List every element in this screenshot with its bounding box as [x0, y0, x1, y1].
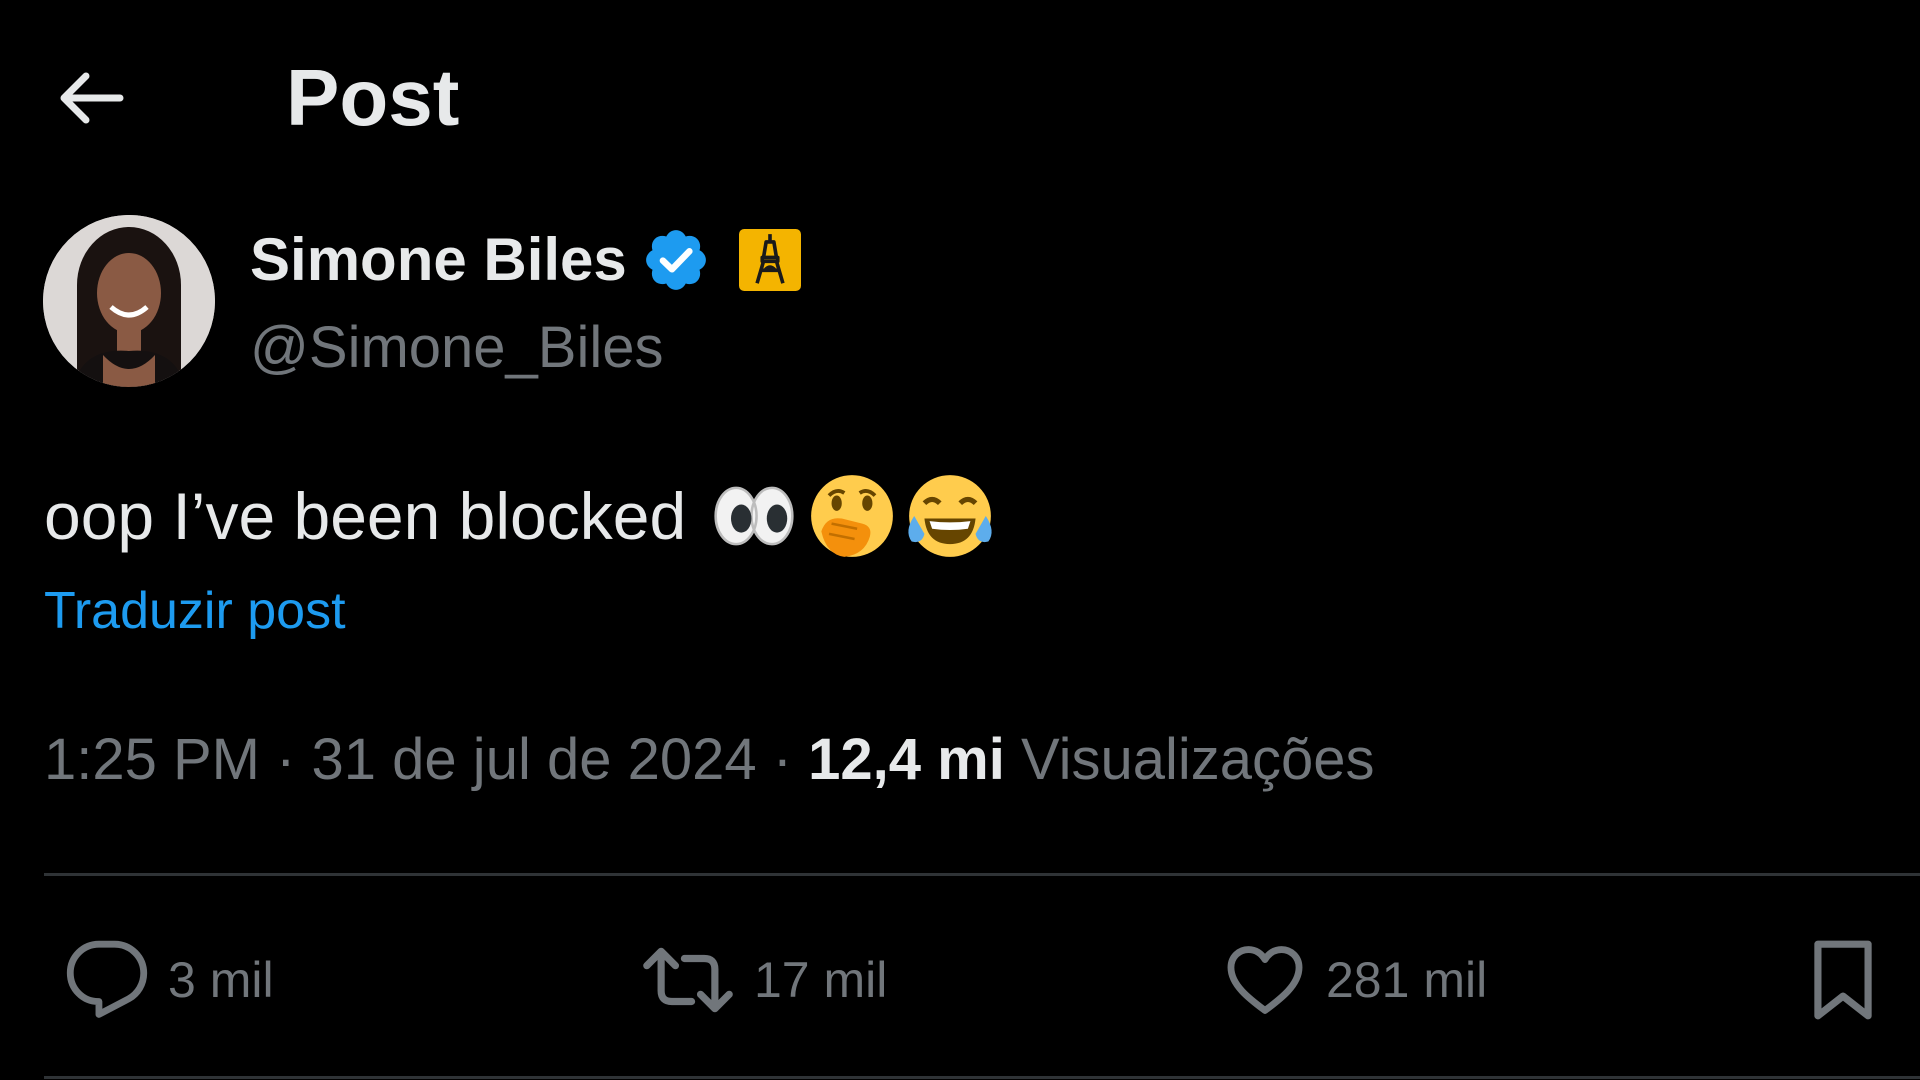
- divider: [44, 873, 1920, 876]
- reply-count: 3 mil: [168, 952, 274, 1008]
- author-display-name[interactable]: Simone Biles: [250, 220, 627, 300]
- like-count: 281 mil: [1326, 952, 1488, 1008]
- back-button[interactable]: [46, 55, 132, 141]
- post-meta: 1:25 PM · 31 de jul de 2024 · 12,4 mi Vi…: [44, 722, 1375, 798]
- face-with-hand-over-mouth-emoji: [811, 475, 894, 557]
- arrow-left-icon: [60, 72, 124, 124]
- heart-icon: [1227, 946, 1303, 1014]
- verified-badge-icon[interactable]: [641, 225, 711, 295]
- action-bar: 3 mil 17 mil 281 mil: [0, 930, 1920, 1030]
- views-label: Visualizações: [1020, 727, 1375, 792]
- post-time[interactable]: 1:25 PM: [44, 727, 260, 792]
- post-date[interactable]: 31 de jul de 2024: [312, 727, 757, 792]
- meta-separator: ·: [260, 727, 312, 792]
- tears-of-joy-emoji: [908, 475, 992, 557]
- views-count: 12,4 mi: [808, 727, 1005, 792]
- page-title: Post: [286, 53, 460, 142]
- divider: [44, 1076, 1920, 1079]
- post-text: oop I’ve been blocked: [44, 470, 996, 562]
- translate-post-link[interactable]: Traduzir post: [44, 578, 346, 644]
- post-body: oop I’ve been blocked: [44, 479, 687, 553]
- avatar[interactable]: [43, 215, 215, 387]
- meta-separator: ·: [756, 727, 809, 792]
- author-handle[interactable]: @Simone_Biles: [250, 308, 801, 388]
- bookmark-button[interactable]: [1808, 930, 1878, 1030]
- like-button[interactable]: 281 mil: [1222, 930, 1487, 1030]
- reply-button[interactable]: 3 mil: [64, 930, 274, 1030]
- repost-button[interactable]: 17 mil: [640, 930, 887, 1030]
- bookmark-icon: [1814, 940, 1872, 1020]
- eiffel-tower-badge-icon[interactable]: [738, 229, 801, 291]
- reply-icon: [66, 940, 148, 1018]
- repost-count: 17 mil: [754, 952, 888, 1008]
- post-author: Simone Biles @Simone_Biles: [250, 220, 801, 388]
- repost-icon: [643, 947, 733, 1013]
- author-name-row: Simone Biles: [250, 220, 801, 300]
- eyes-emoji: [714, 486, 794, 546]
- profile-photo: [43, 215, 215, 387]
- top-bar: Post: [0, 0, 1920, 190]
